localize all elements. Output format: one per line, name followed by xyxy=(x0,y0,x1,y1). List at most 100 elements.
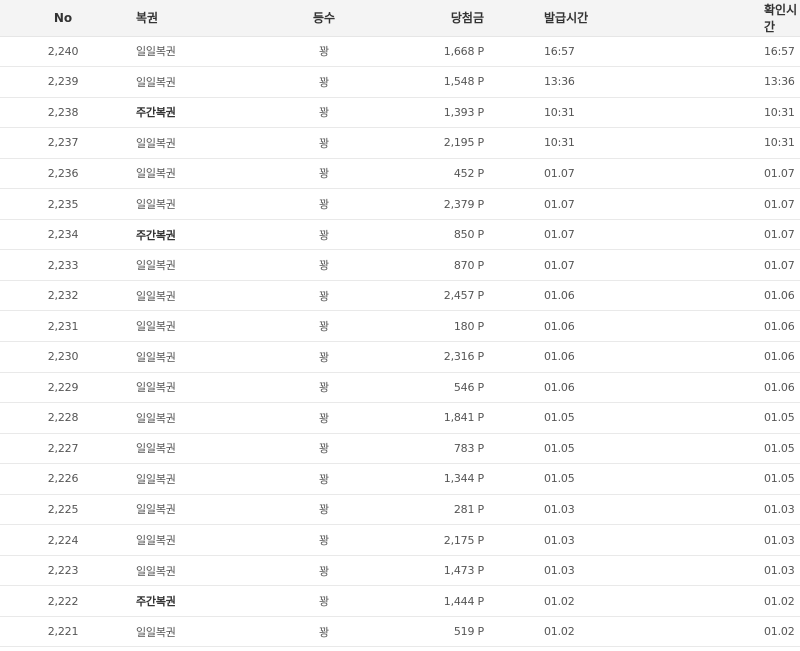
cell-type: 일일복권 xyxy=(126,494,270,526)
cell-checked-time: 01.07 xyxy=(688,158,800,190)
cell-checked-time: 01.03 xyxy=(688,555,800,587)
cell-checked-time: 13:36 xyxy=(688,66,800,98)
table-body: 2,240 일일복권 꽝 1,668 P 16:57 16:57 2,239 일일복권 꽝 1,5… xyxy=(0,36,800,648)
cell-type: 일일복권 xyxy=(126,188,270,220)
table-row: 2,230 일일복권 꽝 2,316 P 01.06 01.06 xyxy=(0,341,800,373)
cell-rank: 꽝 xyxy=(270,341,378,373)
cell-issued-time: 01.05 xyxy=(484,463,688,495)
table-row: 2,223 일일복권 꽝 1,473 P 01.03 01.03 xyxy=(0,555,800,587)
cell-rank: 꽝 xyxy=(270,127,378,159)
cell-checked-time: 10:31 xyxy=(688,97,800,129)
cell-issued-time: 01.05 xyxy=(484,402,688,434)
header-issued-time: 발급시간 xyxy=(484,0,688,37)
cell-rank: 꽝 xyxy=(270,616,378,648)
cell-prize: 180 P xyxy=(378,310,484,342)
header-prize: 당첨금 xyxy=(378,0,484,37)
cell-checked-time: 01.06 xyxy=(688,341,800,373)
cell-prize: 870 P xyxy=(378,249,484,281)
cell-no: 2,221 xyxy=(0,616,126,648)
cell-type: 일일복권 xyxy=(126,433,270,465)
cell-prize: 1,444 P xyxy=(378,585,484,617)
cell-checked-time: 01.06 xyxy=(688,310,800,342)
cell-issued-time: 01.07 xyxy=(484,188,688,220)
cell-issued-time: 01.02 xyxy=(484,616,688,648)
table-row: 2,231 일일복권 꽝 180 P 01.06 01.06 xyxy=(0,310,800,342)
cell-checked-time: 16:57 xyxy=(688,36,800,68)
cell-issued-time: 01.03 xyxy=(484,494,688,526)
cell-type: 일일복권 xyxy=(126,249,270,281)
cell-rank: 꽝 xyxy=(270,524,378,556)
cell-type: 일일복권 xyxy=(126,158,270,190)
cell-checked-time: 01.05 xyxy=(688,402,800,434)
cell-issued-time: 13:36 xyxy=(484,66,688,98)
cell-type: 일일복권 xyxy=(126,341,270,373)
table-row: 2,239 일일복권 꽝 1,548 P 13:36 13:36 xyxy=(0,66,800,98)
cell-rank: 꽝 xyxy=(270,494,378,526)
table-row: 2,237 일일복권 꽝 2,195 P 10:31 10:31 xyxy=(0,127,800,159)
cell-prize: 850 P xyxy=(378,219,484,251)
cell-rank: 꽝 xyxy=(270,433,378,465)
cell-issued-time: 01.03 xyxy=(484,555,688,587)
cell-no: 2,240 xyxy=(0,36,126,68)
cell-checked-time: 01.02 xyxy=(688,616,800,648)
cell-issued-time: 01.02 xyxy=(484,585,688,617)
cell-prize: 1,548 P xyxy=(378,66,484,98)
cell-type: 주간복권 xyxy=(126,97,270,129)
cell-rank: 꽝 xyxy=(270,36,378,68)
cell-checked-time: 01.05 xyxy=(688,463,800,495)
cell-type: 일일복권 xyxy=(126,127,270,159)
header-no: No xyxy=(0,0,126,37)
cell-no: 2,235 xyxy=(0,188,126,220)
cell-prize: 546 P xyxy=(378,372,484,404)
cell-no: 2,239 xyxy=(0,66,126,98)
cell-type: 일일복권 xyxy=(126,463,270,495)
cell-no: 2,232 xyxy=(0,280,126,312)
cell-issued-time: 01.06 xyxy=(484,280,688,312)
cell-no: 2,229 xyxy=(0,372,126,404)
table-row: 2,233 일일복권 꽝 870 P 01.07 01.07 xyxy=(0,249,800,281)
cell-issued-time: 16:57 xyxy=(484,36,688,68)
table-row: 2,224 일일복권 꽝 2,175 P 01.03 01.03 xyxy=(0,524,800,556)
table-row: 2,225 일일복권 꽝 281 P 01.03 01.03 xyxy=(0,494,800,526)
cell-prize: 1,841 P xyxy=(378,402,484,434)
cell-rank: 꽝 xyxy=(270,585,378,617)
cell-no: 2,228 xyxy=(0,402,126,434)
cell-checked-time: 01.07 xyxy=(688,188,800,220)
cell-issued-time: 01.03 xyxy=(484,524,688,556)
cell-no: 2,237 xyxy=(0,127,126,159)
cell-rank: 꽝 xyxy=(270,463,378,495)
cell-prize: 2,195 P xyxy=(378,127,484,159)
cell-no: 2,234 xyxy=(0,219,126,251)
cell-issued-time: 01.07 xyxy=(484,219,688,251)
cell-prize: 452 P xyxy=(378,158,484,190)
table-row: 2,235 일일복권 꽝 2,379 P 01.07 01.07 xyxy=(0,188,800,220)
cell-prize: 281 P xyxy=(378,494,484,526)
cell-prize: 1,393 P xyxy=(378,97,484,129)
cell-rank: 꽝 xyxy=(270,97,378,129)
cell-no: 2,233 xyxy=(0,249,126,281)
cell-no: 2,236 xyxy=(0,158,126,190)
cell-issued-time: 01.07 xyxy=(484,249,688,281)
cell-prize: 1,473 P xyxy=(378,555,484,587)
cell-no: 2,238 xyxy=(0,97,126,129)
cell-no: 2,227 xyxy=(0,433,126,465)
table-row: 2,234 주간복권 꽝 850 P 01.07 01.07 xyxy=(0,219,800,251)
cell-checked-time: 01.07 xyxy=(688,249,800,281)
cell-type: 일일복권 xyxy=(126,555,270,587)
cell-rank: 꽝 xyxy=(270,280,378,312)
cell-checked-time: 01.06 xyxy=(688,372,800,404)
cell-checked-time: 10:31 xyxy=(688,127,800,159)
table-row: 2,228 일일복권 꽝 1,841 P 01.05 01.05 xyxy=(0,402,800,434)
cell-prize: 2,379 P xyxy=(378,188,484,220)
lottery-history-table: No 복권 등수 당첨금 발급시간 확인시간 2,240 일일복권 꽝 1,668 P… xyxy=(0,0,800,648)
cell-type: 주간복권 xyxy=(126,585,270,617)
cell-prize: 2,175 P xyxy=(378,524,484,556)
header-checked-time: 확인시간 xyxy=(688,0,800,37)
cell-prize: 519 P xyxy=(378,616,484,648)
cell-type: 일일복권 xyxy=(126,402,270,434)
cell-no: 2,225 xyxy=(0,494,126,526)
cell-prize: 783 P xyxy=(378,433,484,465)
table-row: 2,229 일일복권 꽝 546 P 01.06 01.06 xyxy=(0,372,800,404)
cell-checked-time: 01.06 xyxy=(688,280,800,312)
cell-issued-time: 01.05 xyxy=(484,433,688,465)
